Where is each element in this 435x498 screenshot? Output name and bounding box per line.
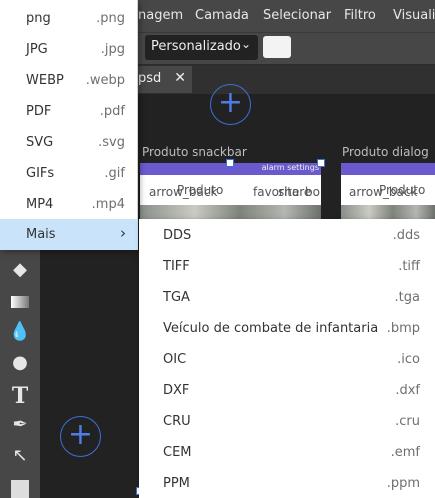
bookmark-icon: bo xyxy=(305,185,320,199)
submenu-item-ext: .ico xyxy=(397,352,420,367)
submenu-item-ext: .dxf xyxy=(395,383,420,398)
submenu-item-ext: .cru xyxy=(395,414,420,429)
menu-select[interactable]: Selecionar xyxy=(263,8,331,23)
export-more[interactable]: Mais › xyxy=(0,219,138,250)
export-item-ext: .gif xyxy=(104,166,125,181)
color-swatch[interactable] xyxy=(263,36,291,58)
export-item-ext: .mp4 xyxy=(91,197,125,212)
submenu-item-ext: .dds xyxy=(392,228,420,243)
export-item-ext: .webp xyxy=(85,73,125,88)
submenu-item-label: DDS xyxy=(163,228,192,243)
export-item-label: SVG xyxy=(26,135,54,150)
app-bar-title: Produto xyxy=(379,183,426,197)
submenu-item-label: PPM xyxy=(163,476,190,491)
export-dxf[interactable]: DXF .dxf xyxy=(139,374,435,405)
export-ppm[interactable]: PPM .ppm xyxy=(139,467,435,498)
submenu-item-ext: .tiff xyxy=(398,259,420,274)
chevron-right-icon: › xyxy=(120,224,126,242)
resize-handle[interactable] xyxy=(317,159,325,167)
submenu-item-label: DXF xyxy=(163,383,190,398)
gradient-swatch xyxy=(11,296,29,308)
dodge-icon[interactable]: ● xyxy=(8,352,32,376)
gradient-icon[interactable] xyxy=(8,290,32,314)
export-item-ext: .svg xyxy=(98,135,125,150)
preset-value: Personalizado xyxy=(151,39,241,54)
status-bar-text: alarm settings xyxy=(261,163,319,172)
export-jpg[interactable]: JPG .jpg xyxy=(0,34,138,65)
shape-icon[interactable] xyxy=(8,478,32,498)
export-item-label: GIFs xyxy=(26,166,55,181)
resize-handle[interactable] xyxy=(226,159,234,167)
export-webp[interactable]: WEBP .webp xyxy=(0,65,138,96)
shape-square xyxy=(11,480,29,498)
add-artboard-icon[interactable]: + xyxy=(210,84,251,125)
export-png[interactable]: png .png xyxy=(0,3,138,34)
export-item-ext: .pdf xyxy=(99,104,125,119)
export-bmp[interactable]: Veículo de combate de infantaria .bmp xyxy=(139,312,435,343)
direct-select-icon[interactable]: ↖ xyxy=(8,445,32,469)
preset-select[interactable]: Personalizado ⌄ xyxy=(145,35,258,60)
add-artboard-icon[interactable]: + xyxy=(60,416,101,457)
tool-bar: ◆ 💧 ● T ✒ ↖ xyxy=(0,250,40,498)
menu-image[interactable]: nagem xyxy=(138,8,183,23)
export-dds[interactable]: DDS .dds xyxy=(139,219,435,250)
submenu-item-label: CRU xyxy=(163,414,191,429)
export-tiff[interactable]: TIFF .tiff xyxy=(139,250,435,281)
menu-filter[interactable]: Filtro xyxy=(344,8,376,23)
submenu-item-label: Veículo de combate de infantaria xyxy=(163,321,379,336)
export-item-label: Mais xyxy=(26,227,56,242)
submenu-item-label: TGA xyxy=(163,290,190,305)
document-tab-label: psd xyxy=(138,71,162,86)
text-tool-icon[interactable]: T xyxy=(8,383,32,409)
app-bar-title: Produto xyxy=(177,183,224,197)
export-item-ext: .png xyxy=(96,11,125,26)
artboard-label[interactable]: Produto snackbar xyxy=(142,145,247,159)
export-svg[interactable]: SVG .svg xyxy=(0,127,138,158)
submenu-item-label: CEM xyxy=(163,445,192,460)
export-more-submenu: DDS .dds TIFF .tiff TGA .tga Veículo de … xyxy=(139,219,435,498)
export-item-label: WEBP xyxy=(26,73,64,88)
submenu-item-ext: .bmp xyxy=(386,321,420,336)
chevron-down-icon: ⌄ xyxy=(240,37,251,51)
submenu-item-ext: .ppm xyxy=(386,476,420,491)
submenu-item-ext: .tga xyxy=(394,290,420,305)
artboard-status-bar xyxy=(341,163,435,175)
export-item-ext: .jpg xyxy=(100,42,125,57)
export-item-label: MP4 xyxy=(26,197,54,212)
pen-icon[interactable]: ✒ xyxy=(8,414,32,438)
artboard-label[interactable]: Produto dialog xyxy=(342,145,429,159)
export-ico[interactable]: OIC .ico xyxy=(139,343,435,374)
eraser-icon[interactable]: ◆ xyxy=(8,259,32,283)
export-item-label: PDF xyxy=(26,104,52,119)
export-emf[interactable]: CEM .emf xyxy=(139,436,435,467)
export-pdf[interactable]: PDF .pdf xyxy=(0,96,138,127)
document-tab[interactable]: psd ✕ xyxy=(133,66,192,93)
export-item-label: png xyxy=(26,11,51,26)
export-gif[interactable]: GIFs .gif xyxy=(0,158,138,189)
export-cru[interactable]: CRU .cru xyxy=(139,405,435,436)
blur-icon[interactable]: 💧 xyxy=(8,321,32,345)
export-tga[interactable]: TGA .tga xyxy=(139,281,435,312)
menu-layer[interactable]: Camada xyxy=(195,8,249,23)
submenu-item-label: OIC xyxy=(163,352,187,367)
export-menu: png .png JPG .jpg WEBP .webp PDF .pdf SV… xyxy=(0,0,138,250)
close-icon[interactable]: ✕ xyxy=(174,70,186,86)
export-item-label: JPG xyxy=(26,42,48,57)
submenu-item-label: TIFF xyxy=(163,259,190,274)
menu-view[interactable]: Visualiz xyxy=(393,8,435,23)
export-mp4[interactable]: MP4 .mp4 xyxy=(0,189,138,220)
submenu-item-ext: .emf xyxy=(390,445,420,460)
